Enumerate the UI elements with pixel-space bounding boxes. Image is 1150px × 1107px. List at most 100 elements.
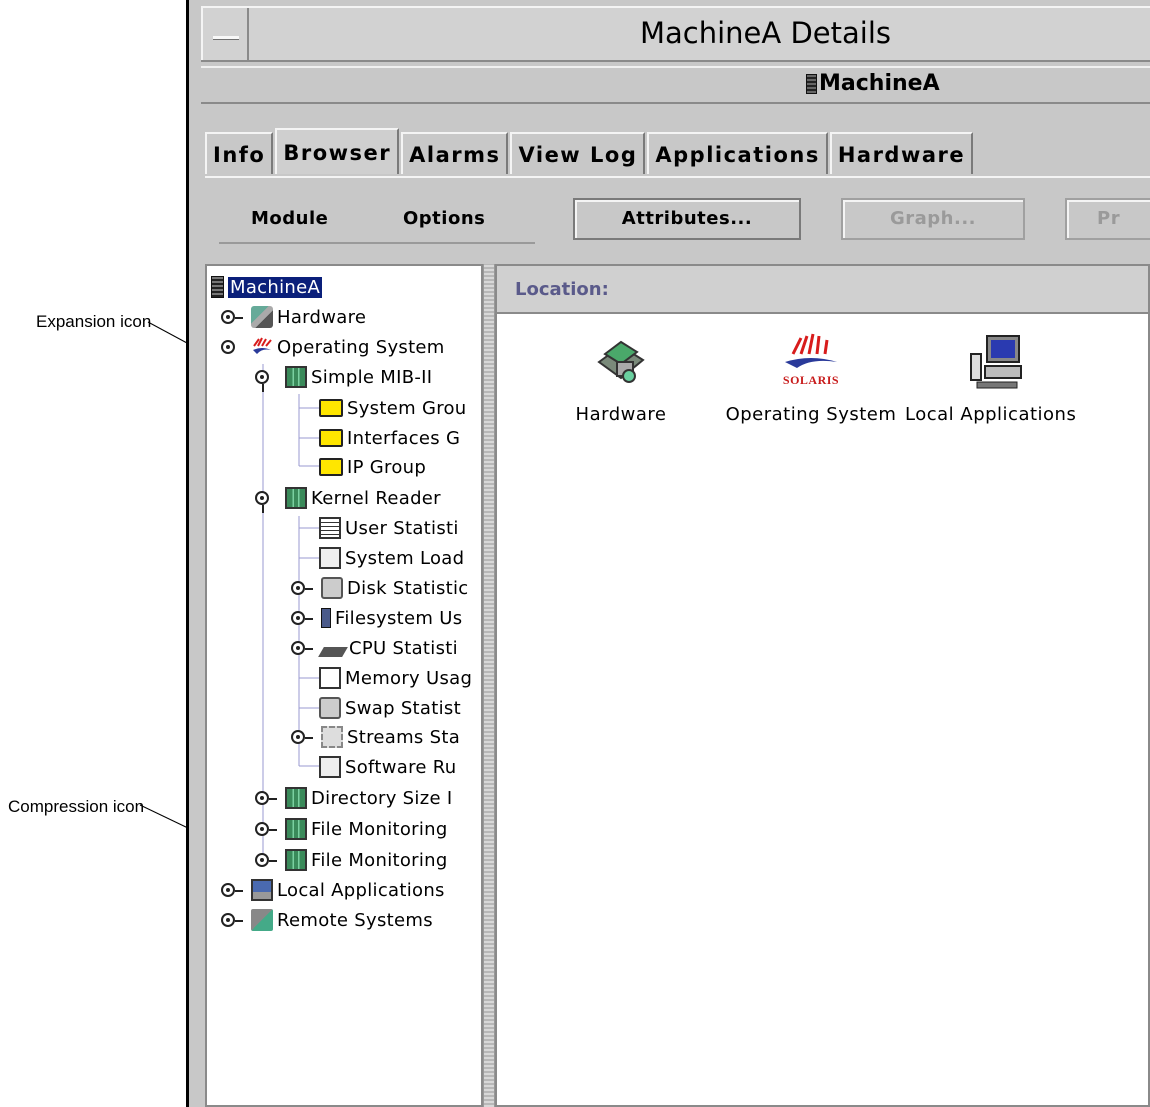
tree-item-label: Remote Systems (277, 909, 433, 931)
probe-button[interactable]: Pr (1065, 198, 1150, 240)
tree-item-label: File Monitoring (311, 849, 448, 871)
attributes-button[interactable]: Attributes... (573, 198, 801, 240)
tab-view-log[interactable]: View Log (510, 132, 646, 174)
content-item-label: Local Applications (905, 404, 1077, 425)
expansion-icon[interactable] (291, 730, 313, 744)
tree-item-user-statistics[interactable]: User Statisti (319, 515, 459, 541)
tree-item-system-load[interactable]: System Load (319, 545, 464, 571)
content-pane: Location: Hardware SOLARIS Operating Sys… (495, 264, 1150, 1107)
expansion-icon[interactable] (255, 853, 277, 867)
tree-item-software-running[interactable]: Software Ru (319, 754, 456, 780)
document-icon (319, 517, 341, 539)
host-header: MachineA (806, 71, 940, 96)
expansion-icon[interactable] (255, 791, 277, 805)
tree-item-filesystem-usage[interactable]: Filesystem Us (291, 605, 462, 631)
module-icon (285, 818, 307, 840)
tree-item-label: System Load (345, 547, 465, 569)
expansion-icon[interactable] (221, 883, 243, 897)
tree-item-simple-mib-ii[interactable]: Simple MIB-II (255, 364, 433, 392)
tree-item-label: CPU Statisti (349, 637, 458, 659)
tree-item-remote-systems[interactable]: Remote Systems (221, 907, 433, 933)
tab-applications[interactable]: Applications (647, 132, 828, 174)
tree-item-kernel-reader[interactable]: Kernel Reader (255, 485, 441, 513)
annotation-expansion: Expansion icon (36, 312, 152, 331)
tree-item-label: Simple MIB-II (311, 366, 433, 388)
content-item-label: Hardware (575, 404, 667, 425)
pane-splitter[interactable] (483, 264, 495, 1107)
disk-icon (319, 697, 341, 719)
tree-item-machinea[interactable]: MachineA (211, 274, 323, 300)
tree-item-streams-statistics[interactable]: Streams Sta (291, 724, 460, 750)
tree-item-label: Swap Statist (345, 697, 461, 719)
chip-icon (321, 726, 343, 748)
tree-item-directory-size[interactable]: Directory Size I (255, 785, 452, 811)
remote-systems-icon (251, 909, 273, 931)
tree-item-label: Filesystem Us (335, 607, 463, 629)
tab-alarms[interactable]: Alarms (401, 132, 509, 174)
tree-item-label: Operating System (277, 336, 445, 358)
content-item-hardware[interactable]: Hardware (531, 332, 711, 425)
module-icon (285, 787, 307, 809)
tree-item-disk-statistics[interactable]: Disk Statistic (291, 575, 469, 601)
tree-item-label: Streams Sta (347, 726, 461, 748)
compression-icon[interactable] (255, 491, 269, 513)
tree-item-file-monitoring-1[interactable]: File Monitoring (255, 816, 448, 842)
menu-bar: Module Options (219, 206, 535, 244)
solaris-logo-text: SOLARIS (783, 373, 839, 387)
tree-item-system-group[interactable]: System Grou (319, 395, 467, 421)
module-icon (285, 849, 307, 871)
menu-options[interactable]: Options (403, 208, 485, 229)
server-icon (211, 276, 224, 298)
tree-item-label: Disk Statistic (347, 577, 469, 599)
tree-item-label: Kernel Reader (311, 487, 441, 509)
tab-bar: Info Browser Alarms View Log Application… (205, 128, 975, 176)
expansion-icon[interactable] (221, 310, 243, 324)
folder-icon (319, 458, 343, 476)
content-item-local-applications[interactable]: Local Applications (905, 332, 1148, 425)
content-item-operating-system[interactable]: SOLARIS Operating System (721, 332, 901, 425)
tree-item-label: Interfaces G (347, 427, 461, 449)
tree-item-label: Directory Size I (311, 787, 453, 809)
expansion-icon[interactable] (291, 641, 313, 655)
window-title: MachineA Details (640, 16, 891, 50)
tree-item-label: File Monitoring (311, 818, 448, 840)
tree-item-label: Local Applications (277, 879, 445, 901)
tab-hardware[interactable]: Hardware (829, 132, 974, 174)
tree-item-swap-statistics[interactable]: Swap Statist (319, 695, 461, 721)
folder-icon (319, 429, 343, 447)
tree-item-cpu-statistics[interactable]: CPU Statisti (291, 635, 458, 661)
hardware-icon (251, 306, 273, 328)
compression-icon[interactable] (221, 340, 235, 354)
tab-info[interactable]: Info (205, 132, 274, 174)
server-icon (806, 73, 817, 94)
expansion-icon[interactable] (291, 581, 313, 595)
machine-details-window: MachineA Details MachineA Info Browser A… (186, 0, 1150, 1107)
tree-item-operating-system[interactable]: Operating System (221, 334, 445, 360)
tab-browser[interactable]: Browser (275, 128, 400, 174)
tree-item-memory-usage[interactable]: Memory Usag (319, 665, 472, 691)
compression-icon[interactable] (255, 370, 269, 392)
tree-item-label: User Statisti (345, 517, 459, 539)
tree-item-ip-group[interactable]: IP Group (319, 454, 426, 480)
tree-item-label: Memory Usag (345, 667, 473, 689)
cpu-icon (318, 647, 348, 657)
title-bar[interactable]: MachineA Details (201, 6, 1150, 62)
annotation-compression: Compression icon (8, 797, 145, 816)
tree-item-label: IP Group (347, 456, 427, 478)
tree-item-interfaces-group[interactable]: Interfaces G (319, 425, 460, 451)
graph-icon (319, 547, 341, 569)
filesystem-icon (321, 608, 331, 628)
folder-icon (319, 399, 343, 417)
module-tree[interactable]: MachineA Hardware Operating System Simpl… (205, 264, 483, 1107)
tree-item-hardware[interactable]: Hardware (221, 304, 366, 330)
computer-icon (970, 335, 1022, 389)
tree-item-file-monitoring-2[interactable]: File Monitoring (255, 847, 448, 873)
disk-icon (321, 577, 343, 599)
expansion-icon[interactable] (291, 611, 313, 625)
graph-button[interactable]: Graph... (841, 198, 1025, 240)
expansion-icon[interactable] (255, 822, 277, 836)
tree-item-local-applications[interactable]: Local Applications (221, 877, 445, 903)
expansion-icon[interactable] (221, 913, 243, 927)
location-label: Location: (497, 266, 1148, 314)
menu-module[interactable]: Module (251, 208, 328, 229)
